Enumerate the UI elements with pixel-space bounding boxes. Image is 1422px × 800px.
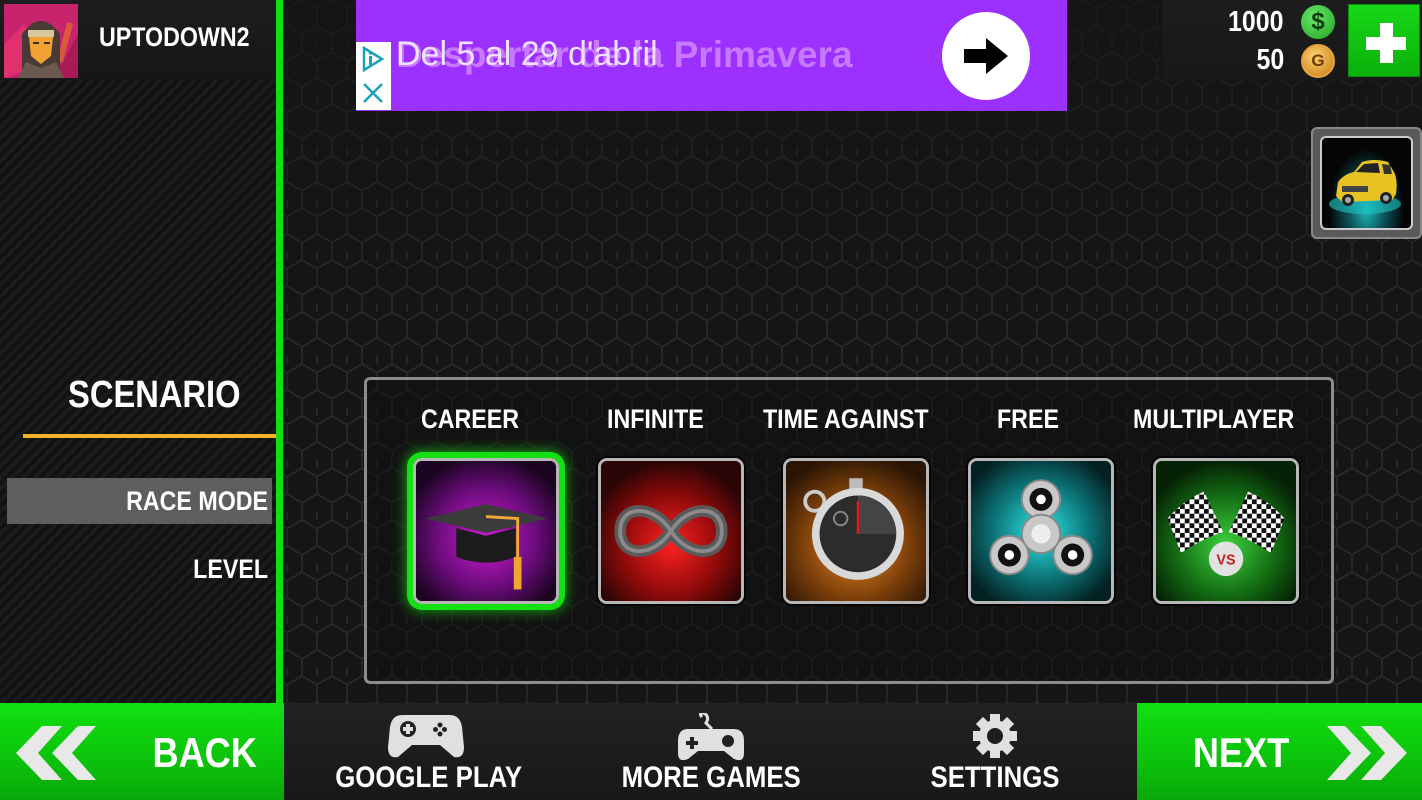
ad-badge	[356, 42, 391, 110]
mode-tile-multiplayer[interactable]: VS	[1153, 458, 1299, 604]
mode-career[interactable]: CAREER	[393, 404, 563, 604]
back-label: BACK	[152, 729, 257, 776]
mode-tile-time-against[interactable]	[783, 458, 929, 604]
arrow-right-icon	[964, 38, 1008, 74]
checkered-flags-vs-icon: VS	[1156, 461, 1296, 601]
section-title-text: SCENARIO	[67, 374, 241, 416]
mode-label: MULTIPLAYER	[1133, 404, 1295, 434]
svg-text:VS: VS	[1216, 553, 1236, 569]
gear-icon	[973, 714, 1017, 758]
section-underline	[23, 434, 276, 438]
add-currency-button[interactable]	[1348, 4, 1420, 77]
double-chevron-left-icon	[16, 726, 96, 780]
next-label: NEXT	[1192, 729, 1290, 776]
mode-label: FREE	[996, 404, 1059, 434]
mode-tile-career[interactable]	[413, 458, 559, 604]
gold-coin-icon: G	[1301, 44, 1335, 78]
adchoices-icon[interactable]	[362, 45, 385, 73]
google-play-button[interactable]: GOOGLE PLAY	[320, 703, 532, 800]
mode-time-against[interactable]: TIME AGAINST	[763, 404, 933, 604]
mode-label: CAREER	[420, 404, 520, 434]
joystick-icon	[678, 713, 744, 761]
mode-multiplayer[interactable]: MULTIPLAYER VS	[1133, 404, 1303, 604]
ad-headline: Del 5 al 29 d'abril	[396, 35, 658, 73]
mode-infinite[interactable]: INFINITE	[578, 404, 748, 604]
archer-avatar-icon	[4, 21, 78, 78]
mode-label: TIME AGAINST	[763, 404, 929, 434]
sidebar	[0, 0, 276, 703]
ad-banner[interactable]: Despertar de la Primavera Del 5 al 29 d'…	[356, 0, 1067, 111]
mode-tile-infinite[interactable]	[598, 458, 744, 604]
mode-tile-free[interactable]	[968, 458, 1114, 604]
gold-amount: 50	[1256, 44, 1284, 76]
ad-cta-button[interactable]	[942, 12, 1030, 100]
mode-free[interactable]: FREE	[948, 404, 1118, 604]
fidget-spinner-icon	[971, 461, 1111, 601]
username: UPTODOWN2	[99, 22, 250, 52]
sidebar-item-race-mode[interactable]: RACE MODE	[7, 478, 272, 524]
back-button[interactable]: BACK	[0, 703, 284, 800]
sidebar-divider	[276, 0, 283, 703]
more-games-label: MORE GAMES	[621, 761, 801, 794]
avatar[interactable]	[4, 4, 78, 78]
race-mode-panel: CAREER INFINITE TIME AGAINST FREE MULTIP…	[364, 377, 1334, 684]
cash-amount: 1000	[1228, 6, 1284, 38]
dollar-coin-icon: $	[1301, 5, 1335, 39]
more-games-button[interactable]: MORE GAMES	[600, 703, 822, 800]
section-title-scenario: SCENARIO	[0, 374, 276, 417]
sidebar-item-label: RACE MODE	[126, 486, 268, 516]
mode-label: INFINITE	[606, 404, 704, 434]
double-chevron-right-icon	[1327, 726, 1407, 780]
infinity-icon	[601, 461, 741, 601]
close-icon[interactable]	[363, 83, 383, 103]
sidebar-item-label: LEVEL	[193, 554, 268, 584]
settings-label: SETTINGS	[930, 761, 1060, 794]
next-button[interactable]: NEXT	[1137, 703, 1422, 800]
graduation-cap-icon	[416, 461, 556, 601]
settings-button[interactable]: SETTINGS	[900, 703, 1090, 800]
stopwatch-icon	[786, 461, 926, 601]
vehicle-select-button[interactable]	[1311, 127, 1422, 239]
yellow-car-icon	[1329, 160, 1401, 214]
sidebar-item-level[interactable]: LEVEL	[7, 546, 272, 592]
google-play-label: GOOGLE PLAY	[335, 761, 523, 794]
gamepad-icon	[388, 715, 464, 758]
